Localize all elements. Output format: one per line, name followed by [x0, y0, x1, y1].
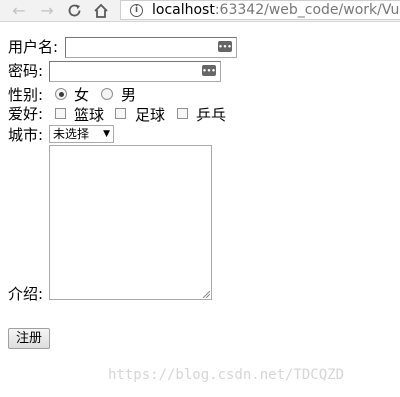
city-row: 城市:: [8, 126, 43, 144]
intro-textarea[interactable]: [49, 145, 212, 300]
resize-grip-icon[interactable]: [202, 290, 210, 298]
url-path: :63342/web_code/work/Vue: [214, 2, 400, 18]
password-input[interactable]: •••: [49, 61, 221, 82]
city-selected-value: 未选择: [53, 127, 90, 141]
address-bar[interactable]: i localhost:63342/web_code/work/Vue: [120, 0, 400, 20]
watermark-text: https://blog.csdn.net/TDCQZD: [108, 367, 345, 383]
hobby-basketball-checkbox[interactable]: [55, 108, 66, 119]
city-label: 城市:: [8, 126, 44, 144]
dropdown-arrow-icon: ▼: [103, 129, 110, 139]
gender-male-radio[interactable]: [101, 88, 113, 100]
username-input[interactable]: •••: [65, 37, 237, 58]
home-icon[interactable]: [90, 0, 112, 21]
intro-label: 介绍:: [8, 285, 44, 303]
hobby-row: 爱好:: [8, 105, 43, 123]
hobby-pingpong-checkbox[interactable]: [177, 108, 188, 119]
back-arrow-icon[interactable]: ←: [8, 0, 30, 21]
hobby-label: 爱好:: [8, 105, 44, 123]
url-text: localhost:63342/web_code/work/Vue: [152, 2, 400, 18]
gender-female-radio[interactable]: [55, 88, 67, 100]
gender-row: 性别:: [8, 86, 43, 104]
register-button[interactable]: 注册: [8, 328, 50, 349]
hobby-football-label: 足球: [135, 106, 166, 124]
username-label: 用户名:: [8, 38, 59, 56]
keyboard-icon[interactable]: •••: [218, 41, 232, 52]
password-label: 密码:: [8, 62, 44, 80]
hobby-basketball-label: 篮球: [74, 106, 105, 124]
reload-icon[interactable]: [63, 0, 85, 21]
keyboard-icon[interactable]: •••: [202, 65, 216, 76]
gender-label: 性别:: [8, 86, 44, 104]
username-row: 用户名:: [8, 38, 58, 56]
url-host: localhost: [152, 2, 215, 18]
info-icon[interactable]: i: [130, 3, 143, 17]
forward-arrow-icon[interactable]: →: [36, 0, 58, 21]
password-row: 密码:: [8, 62, 43, 80]
browser-toolbar: ← → i localhost:63342/web_code/work/Vue: [0, 0, 400, 22]
intro-row: 介绍:: [8, 285, 43, 303]
hobby-pingpong-label: 乒乓: [196, 106, 227, 124]
gender-female-label: 女: [74, 86, 90, 104]
gender-male-label: 男: [121, 86, 137, 104]
city-select[interactable]: 未选择 ▼: [49, 125, 114, 143]
hobby-football-checkbox[interactable]: [115, 108, 126, 119]
